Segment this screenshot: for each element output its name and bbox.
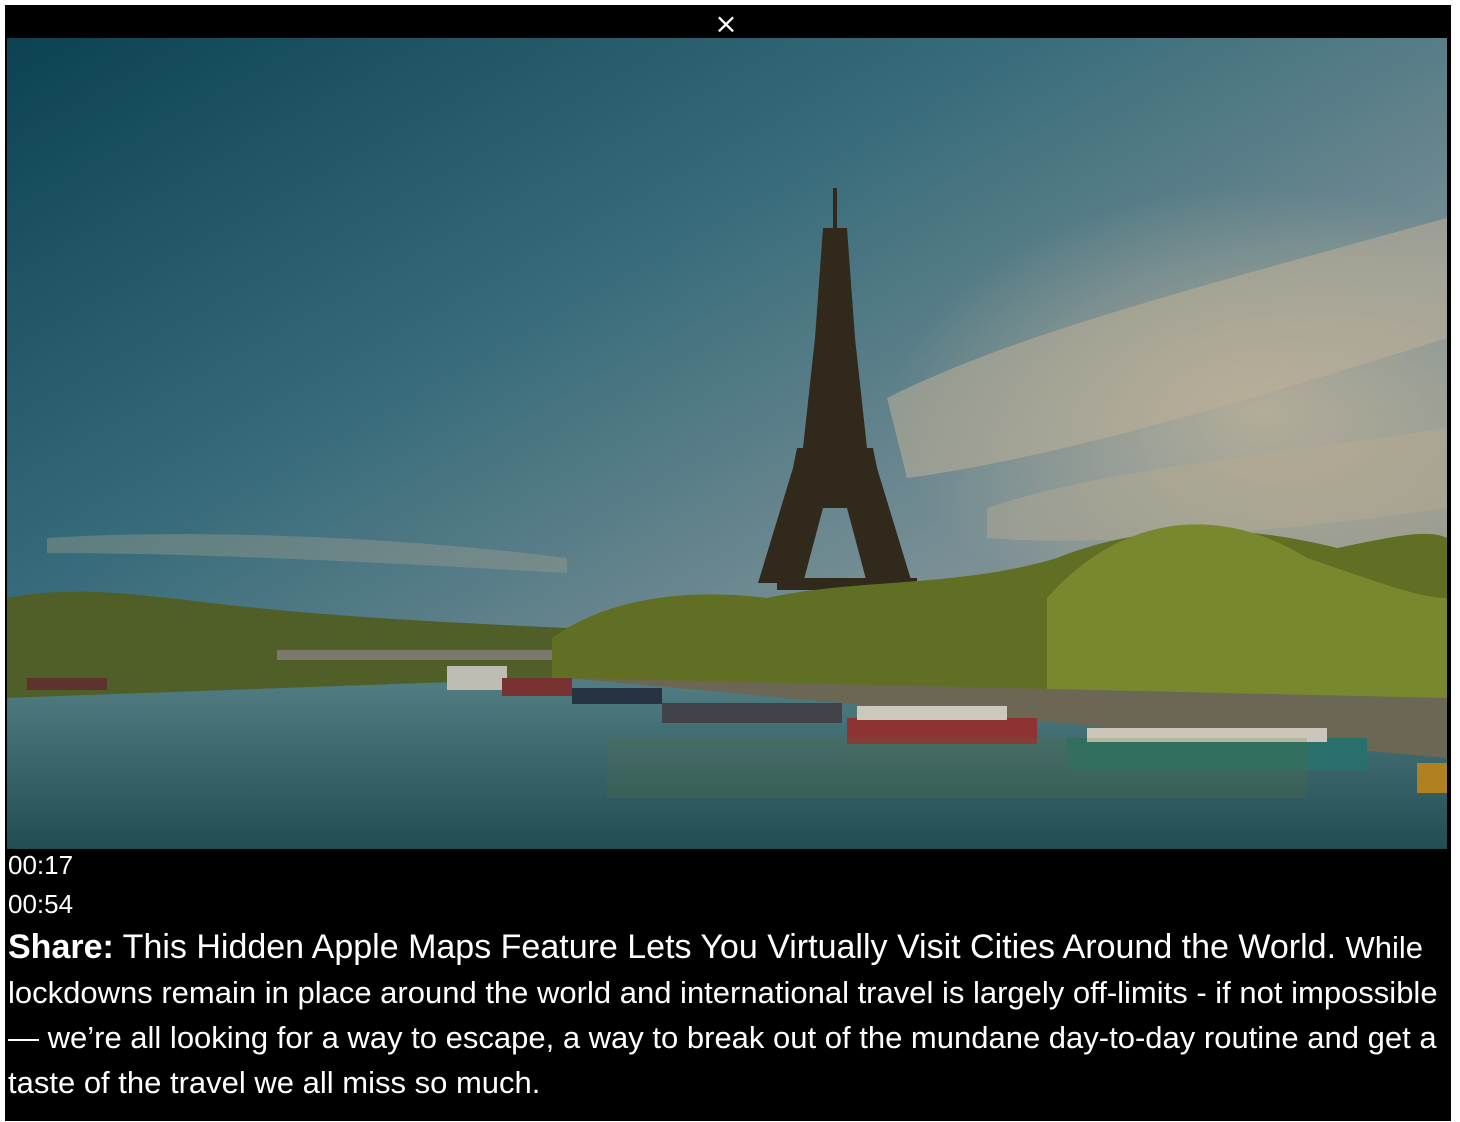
video-modal: × 00:17 00:54 Share: This Hidden Apple M…	[5, 5, 1451, 1121]
video-caption: Share: This Hidden Apple Maps Feature Le…	[8, 925, 1448, 1105]
video-still-image	[7, 38, 1447, 849]
duration-time: 00:54	[8, 889, 74, 919]
share-label[interactable]: Share:	[8, 928, 114, 966]
video-frame[interactable]	[7, 38, 1447, 849]
modal-header: ×	[5, 5, 1451, 39]
current-time: 00:17	[8, 850, 74, 880]
video-title: This Hidden Apple Maps Feature Lets You …	[122, 928, 1337, 966]
close-icon[interactable]: ×	[711, 9, 741, 39]
